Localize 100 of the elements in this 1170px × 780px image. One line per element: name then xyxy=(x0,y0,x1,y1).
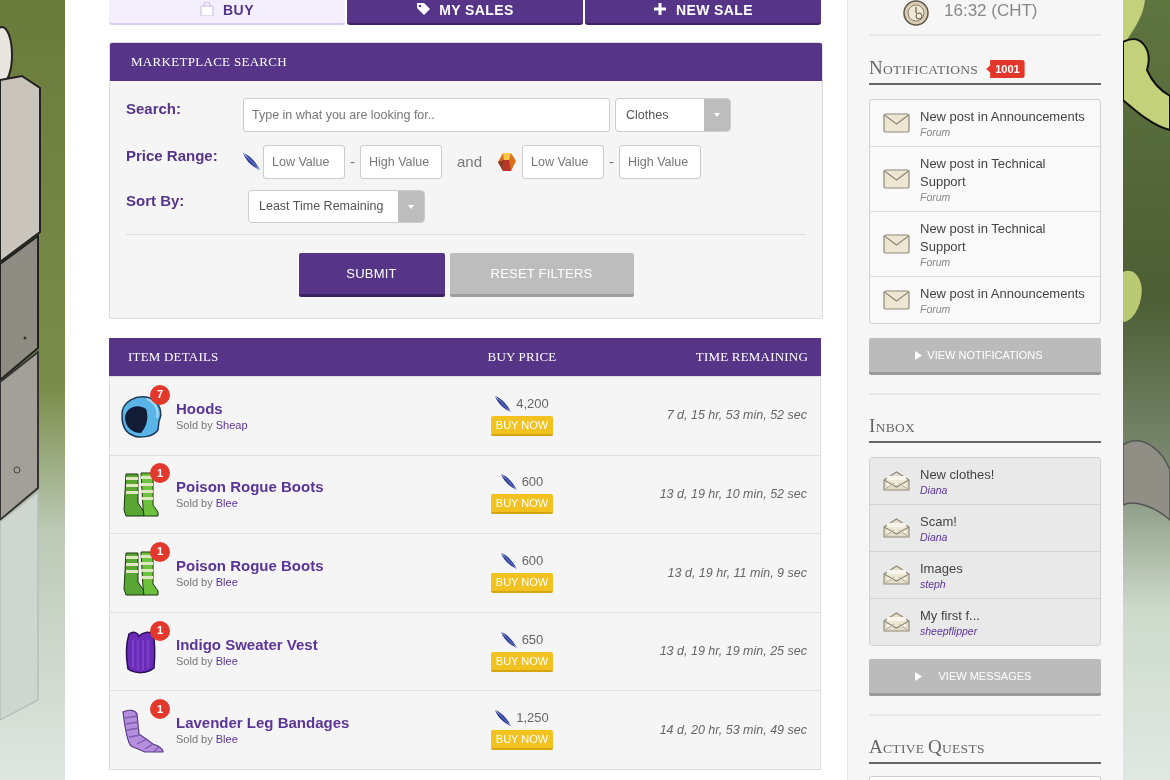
open-envelope-icon xyxy=(883,565,910,585)
notification-item[interactable]: New post in Announcements Forum xyxy=(870,276,1100,323)
count-badge: 1 xyxy=(150,699,170,720)
price-field[interactable]: High Value xyxy=(619,145,702,179)
message-subject: Scam! xyxy=(920,513,958,531)
item-name[interactable]: Poison Rogue Boots xyxy=(176,478,324,497)
dash-text: - xyxy=(609,152,615,172)
field-label: Price Range: xyxy=(126,146,219,165)
feather-icon xyxy=(500,631,517,648)
message-item[interactable]: My first f... sheepflipper xyxy=(870,598,1100,645)
envelope-icon xyxy=(883,234,910,254)
price-field[interactable]: Low Value xyxy=(263,145,345,179)
seller-link[interactable]: Sheap xyxy=(215,418,248,431)
column-header: ITEM DETAILS xyxy=(127,348,220,367)
message-item[interactable]: New clothes! Diana xyxy=(870,458,1100,504)
feather-icon xyxy=(500,553,517,569)
column-header: TIME REMAINING xyxy=(694,348,809,367)
bag-icon xyxy=(200,2,215,16)
play-icon xyxy=(915,671,922,681)
notification-item[interactable]: New post in Technical Support Forum xyxy=(870,146,1100,211)
time-remaining-text: 13 d, 19 hr, 10 min, 52 sec xyxy=(658,486,808,503)
time-remaining-text: 14 d, 20 hr, 53 min, 49 sec xyxy=(658,721,808,739)
envelope-icon xyxy=(883,113,910,133)
section-heading: NOTIFICATIONS xyxy=(869,57,979,80)
notification-source: Forum xyxy=(920,303,952,315)
time-text: 16:32 (CHT) xyxy=(944,0,1038,21)
dash-text: - xyxy=(350,152,355,172)
time-remaining-text: 13 d, 19 hr, 11 min, 9 sec xyxy=(666,564,808,582)
message-subject: My first f... xyxy=(920,607,981,625)
price-text: 600 xyxy=(521,474,544,491)
dropdown-caret-icon xyxy=(398,191,424,222)
message-sender: sheepflipper xyxy=(920,625,979,637)
count-badge: 7 xyxy=(150,384,170,405)
notification-title: New post in Technical Support xyxy=(920,155,1047,191)
tab[interactable]: MY SALES xyxy=(347,0,583,25)
count-badge: 1 xyxy=(150,463,170,484)
item-name[interactable]: Hoods xyxy=(176,399,248,418)
dropdown-caret-icon xyxy=(704,99,730,131)
section-heading: ACTIVE QUESTS xyxy=(869,736,985,759)
seller-link[interactable]: Blee xyxy=(215,654,238,667)
section-heading: INBOX xyxy=(869,415,916,438)
column-header: BUY PRICE xyxy=(486,348,558,367)
field-label: Sort By: xyxy=(126,191,186,210)
item-name[interactable]: Poison Rogue Boots xyxy=(176,557,324,575)
count-badge: 1001 xyxy=(986,60,1025,78)
envelope-icon xyxy=(883,290,910,310)
seller-link[interactable]: Blee xyxy=(215,497,238,510)
plus-icon xyxy=(652,2,667,16)
envelope-icon xyxy=(883,169,910,189)
time-remaining-text: 7 d, 15 hr, 53 min, 52 sec xyxy=(665,407,808,425)
sort-select[interactable]: Least Time Remaining xyxy=(248,190,425,223)
seller-link[interactable]: Blee xyxy=(215,576,238,588)
price-text: 650 xyxy=(521,631,544,648)
message-sender: Diana xyxy=(920,531,949,543)
tab[interactable]: BUY xyxy=(109,0,345,25)
seller-link[interactable]: Blee xyxy=(215,733,238,746)
clock-icon xyxy=(903,0,929,26)
price-field[interactable]: Low Value xyxy=(522,145,605,179)
seller-line: Sold by Sheap xyxy=(176,417,248,432)
message-sender: steph xyxy=(920,578,947,590)
message-sender: Diana xyxy=(920,484,949,496)
field-label: Search: xyxy=(126,99,183,118)
search-field[interactable]: Type in what you are looking for.. xyxy=(243,98,610,132)
message-item[interactable]: Images steph xyxy=(870,551,1100,598)
price-text: 1,250 xyxy=(516,710,549,727)
category-select[interactable]: Clothes xyxy=(615,98,731,132)
notification-source: Forum xyxy=(920,256,952,268)
feather-icon xyxy=(495,395,512,412)
message-item[interactable]: Scam! Diana xyxy=(870,504,1100,551)
notification-title: New post in Technical Support xyxy=(920,220,1047,256)
open-envelope-icon xyxy=(883,471,910,491)
count-badge: 1 xyxy=(150,620,170,641)
notification-item[interactable]: New post in Announcements Forum xyxy=(870,100,1100,146)
submit-button[interactable]: SUBMIT xyxy=(298,253,445,297)
message-subject: New clothes! xyxy=(920,466,996,484)
feather-icon xyxy=(243,153,260,170)
open-envelope-icon xyxy=(883,612,910,632)
item-name[interactable]: Lavender Leg Bandages xyxy=(176,714,350,733)
feather-icon xyxy=(495,710,512,727)
message-subject: Images xyxy=(920,560,964,578)
feather-icon xyxy=(500,474,517,491)
notification-source: Forum xyxy=(920,191,952,203)
price-text: 4,200 xyxy=(516,395,549,412)
play-icon xyxy=(915,350,922,360)
notification-item[interactable]: New post in Technical Support Forum xyxy=(870,211,1100,276)
notification-title: New post in Announcements xyxy=(920,285,1086,303)
item-name[interactable]: Indigo Sweater Vest xyxy=(176,635,318,654)
seller-line: Sold by Blee xyxy=(176,575,239,589)
seller-line: Sold by Blee xyxy=(176,732,239,747)
notification-title: New post in Announcements xyxy=(920,108,1086,126)
notification-source: Forum xyxy=(920,126,952,138)
time-remaining-text: 13 d, 19 hr, 19 min, 25 sec xyxy=(658,643,808,661)
panel-title: MARKETPLACE SEARCH xyxy=(131,53,287,72)
tab[interactable]: NEW SALE xyxy=(585,0,821,25)
conjunction-text: and xyxy=(457,152,483,172)
price-text: 600 xyxy=(521,553,544,569)
tag-icon xyxy=(416,2,431,16)
count-badge: 1 xyxy=(150,542,170,562)
price-field[interactable]: High Value xyxy=(360,145,442,179)
gem-icon xyxy=(498,153,517,171)
